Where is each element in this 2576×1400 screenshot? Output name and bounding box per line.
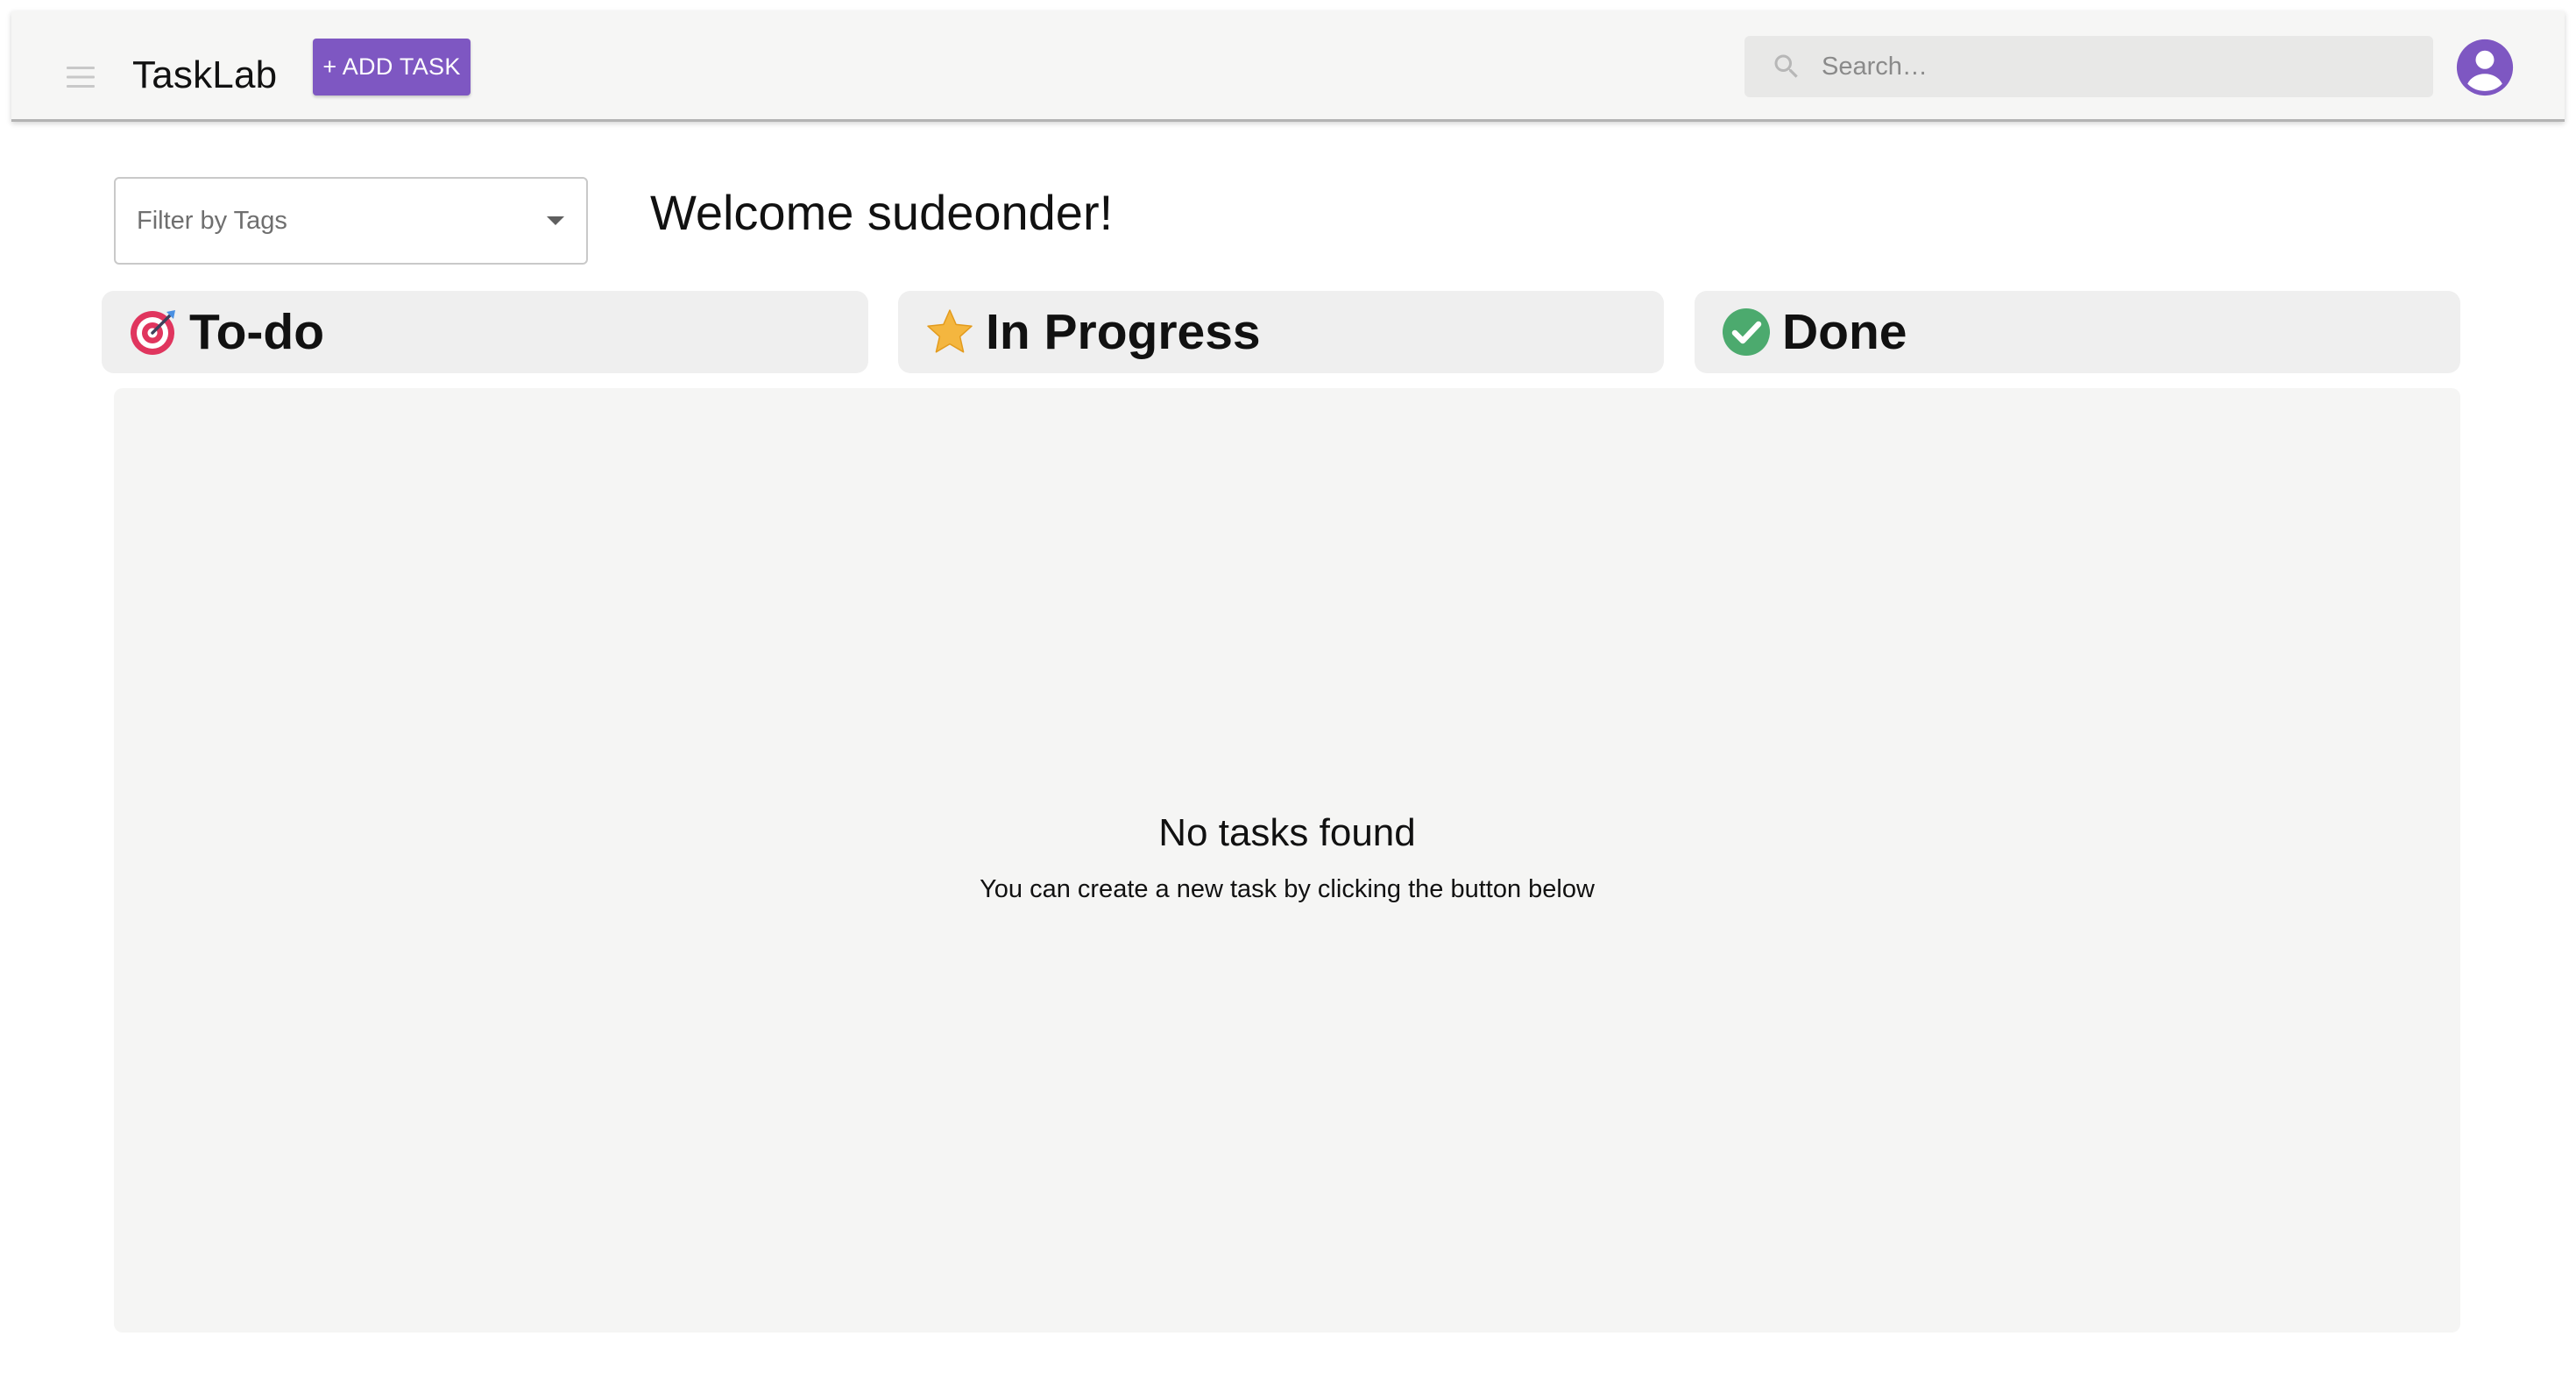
task-board: No tasks found You can create a new task… (114, 388, 2460, 1333)
menu-icon (67, 67, 95, 88)
empty-state-title: No tasks found (1158, 811, 1416, 854)
column-header-todo: To-do (102, 291, 868, 373)
filter-by-tags-select[interactable]: Filter by Tags (114, 177, 588, 265)
column-title-todo: To-do (189, 304, 325, 360)
column-title-done: Done (1782, 304, 1907, 360)
add-task-button[interactable]: + ADD TASK (313, 39, 471, 95)
app-title: TaskLab (132, 53, 278, 96)
check-circle-icon (1723, 308, 1770, 356)
column-header-done: Done (1695, 291, 2460, 373)
welcome-message: Welcome sudeonder! (650, 185, 1114, 240)
empty-state-subtitle: You can create a new task by clicking th… (980, 875, 1595, 903)
search-icon (1774, 54, 1798, 78)
search-bar (1744, 36, 2433, 97)
caret-down-icon (547, 216, 564, 225)
filter-placeholder: Filter by Tags (137, 207, 287, 235)
search-input[interactable] (1820, 36, 2416, 97)
app-bar: TaskLab + ADD TASK (11, 11, 2565, 122)
account-circle-icon[interactable] (2454, 37, 2516, 98)
column-title-in-progress: In Progress (986, 304, 1261, 360)
target-icon (131, 310, 175, 355)
column-header-in-progress: In Progress (898, 291, 1664, 373)
menu-button[interactable] (50, 46, 111, 108)
star-icon (927, 309, 973, 353)
